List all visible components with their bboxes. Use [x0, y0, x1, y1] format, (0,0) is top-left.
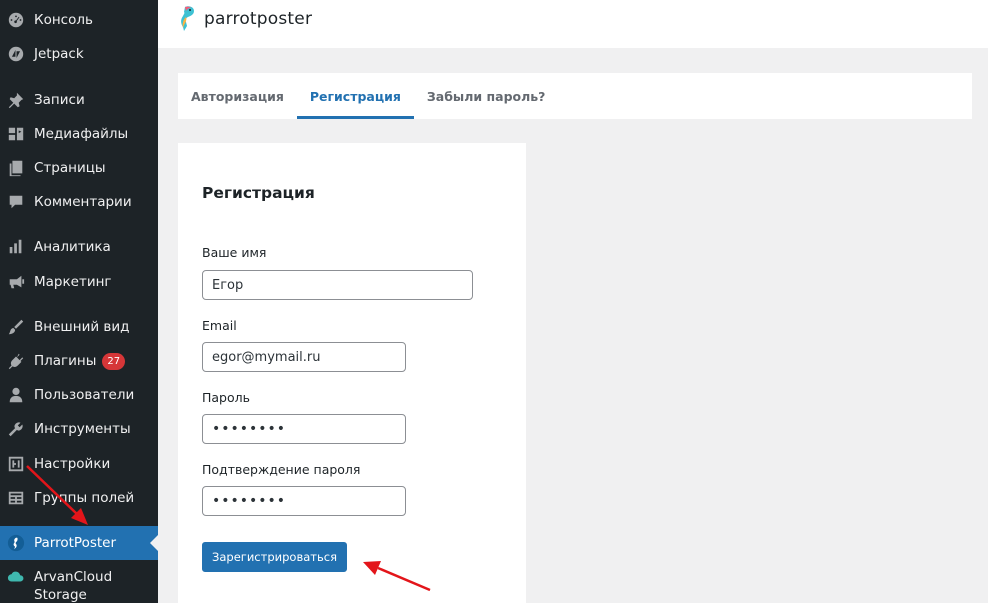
- sidebar-item-label: Плагины: [34, 353, 97, 369]
- admin-sidebar: Консоль Jetpack Записи Медиафайлы Страни…: [0, 0, 158, 603]
- sidebar-item-marketing[interactable]: Маркетинг: [0, 265, 158, 299]
- dashboard-icon: [7, 11, 25, 29]
- settings-icon: [7, 455, 25, 473]
- sidebar-item-label: Jetpack: [34, 46, 84, 62]
- sidebar-item-plugins[interactable]: Плагины 27: [0, 344, 158, 378]
- jetpack-icon: [7, 45, 25, 63]
- sidebar-item-appearance[interactable]: Внешний вид: [0, 310, 158, 344]
- plugin-icon: [7, 352, 25, 370]
- sidebar-item-arvancloud[interactable]: ArvanCloud Storage: [0, 568, 158, 603]
- sidebar-item-label: Настройки: [34, 456, 111, 472]
- parrotposter-logo: parrotposter: [176, 4, 312, 34]
- comment-icon: [7, 193, 25, 211]
- sidebar-item-label: Комментарии: [34, 194, 132, 210]
- pages-icon: [7, 159, 25, 177]
- sidebar-item-media[interactable]: Медиафайлы: [0, 117, 158, 151]
- sidebar-item-parrotposter[interactable]: ParrotPoster: [0, 526, 158, 560]
- brush-icon: [7, 318, 25, 336]
- sidebar-item-label: Записи: [34, 92, 85, 108]
- plugins-update-badge: 27: [102, 352, 126, 370]
- tab-registration[interactable]: Регистрация: [296, 73, 414, 119]
- analytics-icon: [7, 238, 25, 256]
- parrotposter-icon: [7, 534, 25, 552]
- sidebar-item-label: Страницы: [34, 160, 106, 176]
- plugin-header: parrotposter: [158, 0, 988, 48]
- tab-forgot-password[interactable]: Забыли пароль?: [414, 73, 559, 119]
- form-title: Регистрация: [202, 184, 315, 202]
- cloud-icon: [7, 568, 25, 586]
- email-field[interactable]: [202, 342, 406, 372]
- sidebar-item-jetpack[interactable]: Jetpack: [0, 37, 158, 71]
- logo-text: parrotposter: [204, 9, 313, 29]
- table-icon: [7, 489, 25, 507]
- megaphone-icon: [7, 273, 25, 291]
- parrot-logo-icon: [181, 6, 194, 32]
- sidebar-item-settings[interactable]: Настройки: [0, 447, 158, 481]
- tab-authorization[interactable]: Авторизация: [178, 73, 297, 119]
- sidebar-item-console[interactable]: Консоль: [0, 3, 158, 37]
- sidebar-item-label: Маркетинг: [34, 274, 112, 290]
- sidebar-item-label: Группы полей: [34, 490, 135, 506]
- confirm-password-label: Подтверждение пароля: [202, 462, 361, 477]
- sidebar-item-label: ParrotPoster: [34, 535, 117, 551]
- password-field[interactable]: [202, 414, 406, 444]
- name-label: Ваше имя: [202, 245, 267, 260]
- name-field[interactable]: [202, 270, 473, 300]
- sidebar-item-users[interactable]: Пользователи: [0, 378, 158, 412]
- register-button[interactable]: Зарегистрироваться: [202, 542, 347, 572]
- user-icon: [7, 386, 25, 404]
- sidebar-item-posts[interactable]: Записи: [0, 83, 158, 117]
- sidebar-item-comments[interactable]: Комментарии: [0, 185, 158, 219]
- sidebar-item-analytics[interactable]: Аналитика: [0, 230, 158, 264]
- sidebar-item-pages[interactable]: Страницы: [0, 151, 158, 185]
- confirm-password-field[interactable]: [202, 486, 406, 516]
- email-label: Email: [202, 318, 237, 333]
- sidebar-item-label: Консоль: [34, 12, 93, 28]
- sidebar-item-label: Аналитика: [34, 239, 111, 255]
- media-icon: [7, 125, 25, 143]
- wrench-icon: [7, 420, 25, 438]
- sidebar-item-tools[interactable]: Инструменты: [0, 412, 158, 446]
- sidebar-item-label: Пользователи: [34, 387, 135, 403]
- sidebar-item-label: ArvanCloud Storage: [34, 569, 113, 603]
- sidebar-item-label: Внешний вид: [34, 319, 130, 335]
- registration-card: Регистрация Ваше имя Email Пароль Подтве…: [178, 143, 526, 603]
- auth-tabs: Авторизация Регистрация Забыли пароль?: [178, 73, 972, 119]
- pin-icon: [7, 91, 25, 109]
- password-label: Пароль: [202, 390, 250, 405]
- sidebar-item-field-groups[interactable]: Группы полей: [0, 481, 158, 515]
- sidebar-item-label: Инструменты: [34, 421, 131, 437]
- sidebar-item-label: Медиафайлы: [34, 126, 129, 142]
